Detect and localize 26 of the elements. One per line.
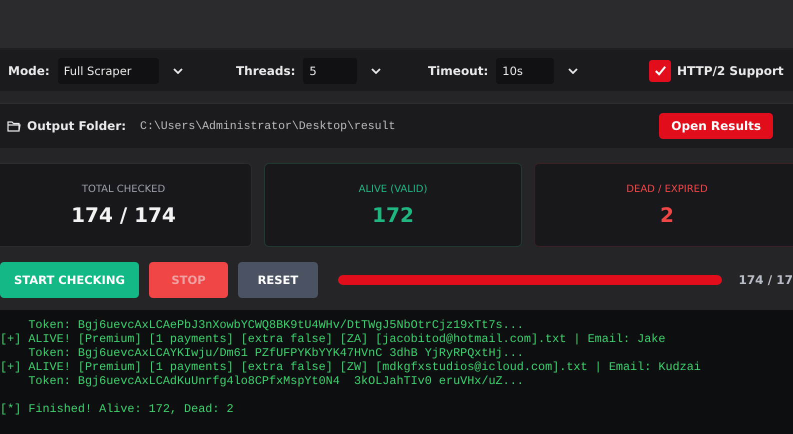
field-label: Timeout: <box>428 64 488 78</box>
log-line: [*] Finished! Alive: 172, Dead: 2 <box>0 402 235 416</box>
field-label: Output Folder: <box>27 119 126 133</box>
log-line: Token: Bgj6uevcAxLCAePbJ3nXowbYCWQ8BK9tU4WHv/DtTWgJ5NbOtrCjz19xTt7s... <box>27 318 525 332</box>
reset-button[interactable]: RESET <box>238 262 318 298</box>
stat-label: TOTAL CHECKED <box>82 184 166 194</box>
stat-label: ALIVE (VALID) <box>358 184 428 194</box>
stat-value: 172 <box>372 202 414 226</box>
open-results-button[interactable]: Open Results <box>659 113 773 139</box>
progress-count: 174 / 17 <box>738 273 793 287</box>
log-line: [+] ALIVE! [Premium] [1 payments] [extra false] [ZA] [jacobitod@hotmail.com].txt | Email: Jake <box>0 332 666 346</box>
stat-label: DEAD / EXPIRED <box>626 184 708 194</box>
checkbox[interactable] <box>649 60 671 82</box>
field-label: Mode: <box>8 64 50 78</box>
chevron-icon <box>172 68 183 74</box>
stat-value: 174 / 174 <box>71 202 176 226</box>
log-line: [+] ALIVE! [Premium] [1 payments] [extra false] [ZW] [mdkgfxstudios@icloud.com].txt | Email: Kudzai <box>0 360 702 374</box>
folder-path: C:\Users\Administrator\Desktop\result <box>140 120 396 132</box>
chevron-icon <box>568 68 578 74</box>
log-line: Token: Bgj6uevcAxLCAdKuUnrfg4lo8CPfxMspYt0N4 3kOLJahTIv0 eruVHx/uZ... <box>27 374 525 388</box>
folder-icon <box>7 120 21 132</box>
checkbox-label: HTTP/2 Support <box>677 64 784 78</box>
field-label: Threads: <box>236 64 296 78</box>
stat-value: 2 <box>660 202 674 226</box>
log-line: Token: Bgj6uevcAxLCAYKIwju/Dm61 PZfUFPYKbYYK47HVnC 3dhB YjRyRPQxtHj... <box>27 346 525 360</box>
chevron-icon <box>371 68 382 74</box>
